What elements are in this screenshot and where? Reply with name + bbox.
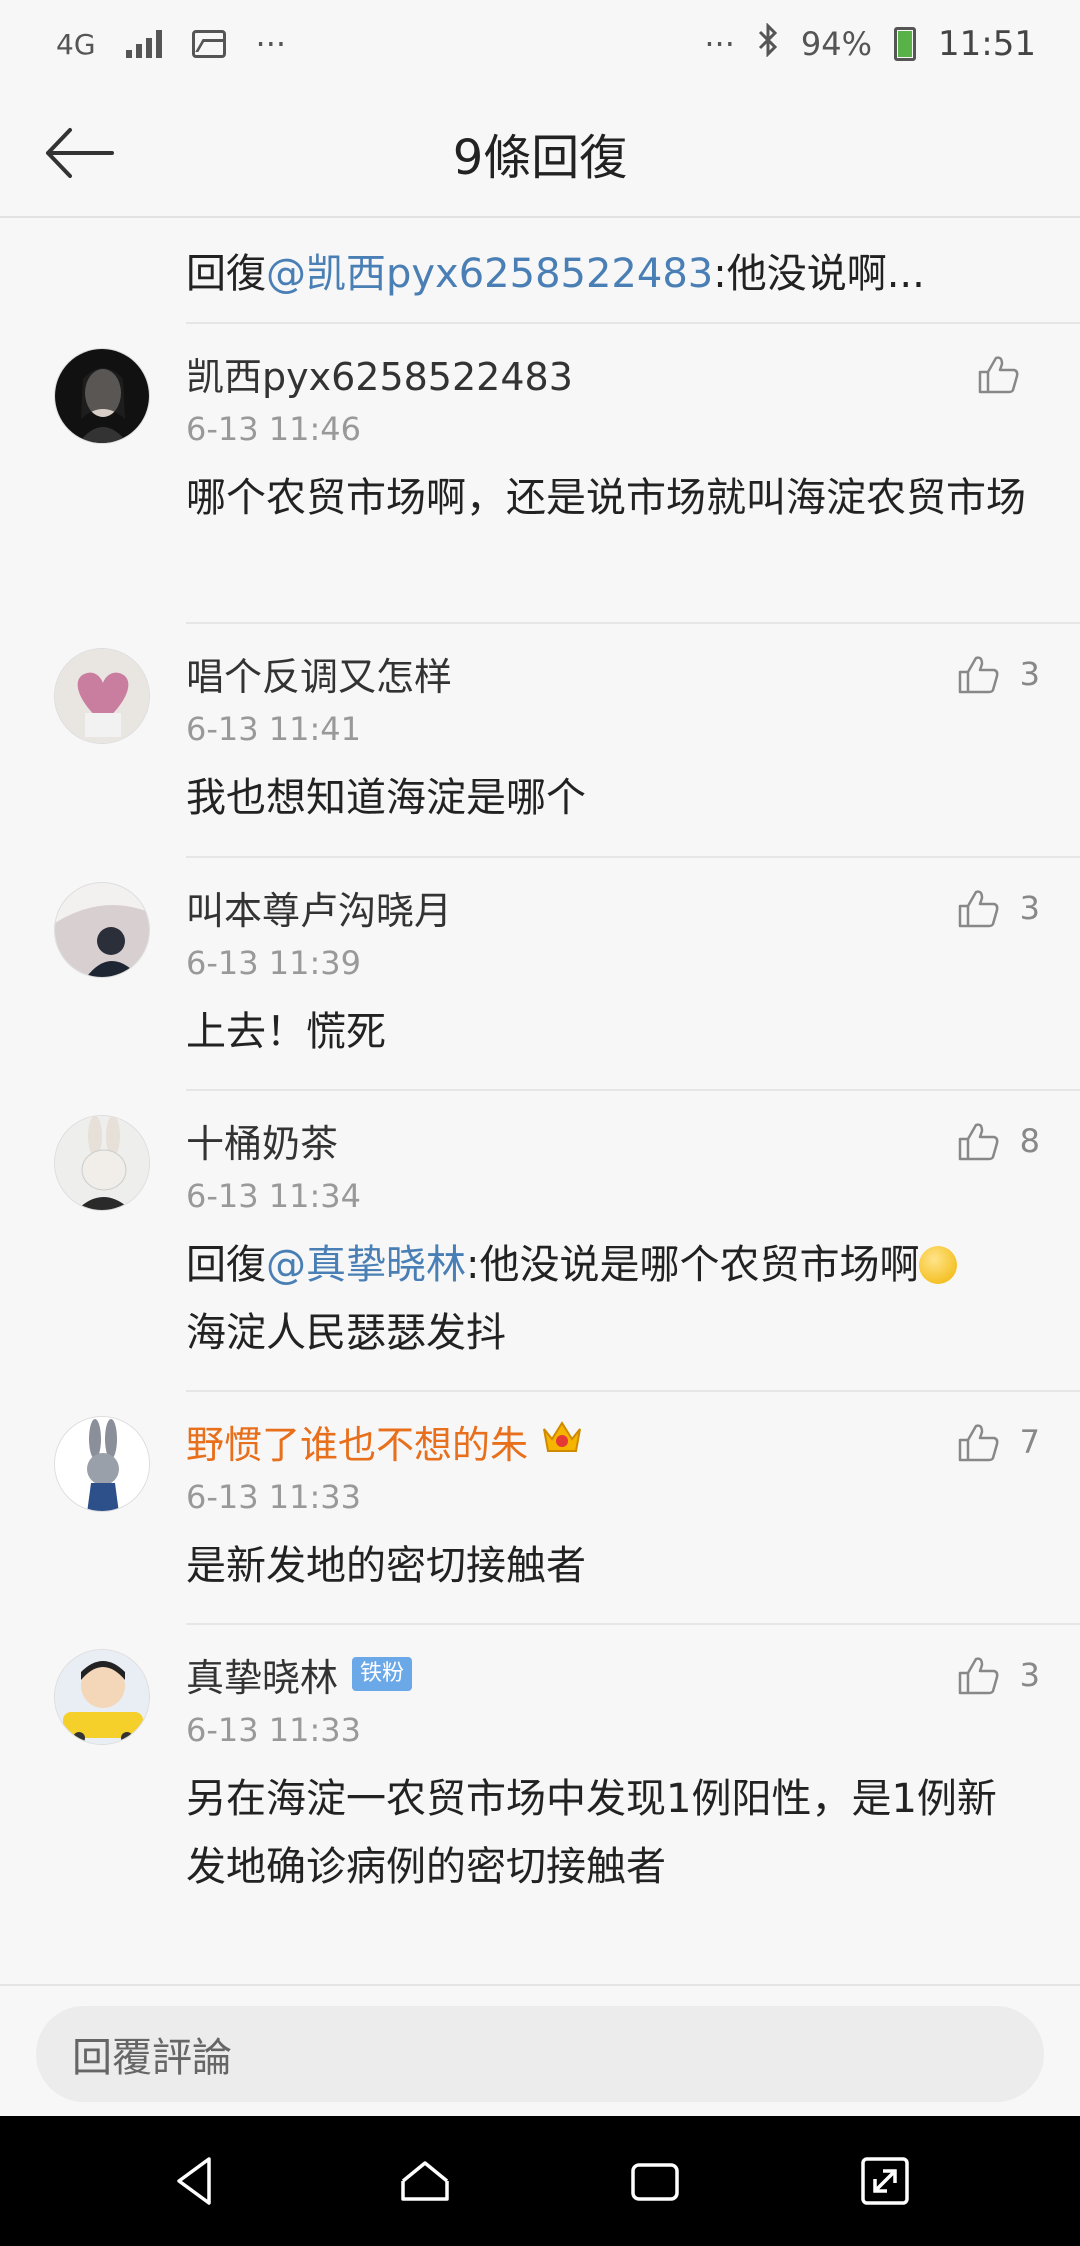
reply-prefix: 回復	[186, 1242, 266, 1288]
nav-home-button[interactable]	[385, 2141, 465, 2221]
avatar[interactable]	[54, 1649, 150, 1745]
origin-text: :他没说啊...	[713, 251, 925, 297]
battery-icon	[894, 27, 917, 61]
comment-time: 6-13 11:33	[186, 1478, 362, 1516]
avatar[interactable]	[54, 1115, 150, 1211]
like-count: 3	[1019, 889, 1040, 927]
list-item: 凯西pyx6258522483 6-13 11:46 哪个农贸市场啊，还是说市场…	[0, 324, 1080, 624]
like-button[interactable]	[974, 350, 1040, 398]
avatar[interactable]	[54, 348, 150, 444]
original-comment[interactable]: 回復 @凯西pyx6258522483 :他没说啊...	[186, 218, 1080, 324]
thumbs-up-icon	[958, 656, 999, 694]
like-button[interactable]: 3	[954, 1651, 1040, 1699]
like-count: 8	[1019, 1122, 1040, 1160]
comment-text: 上去！慌死	[186, 1009, 386, 1055]
nav-recents-button[interactable]	[615, 2141, 695, 2221]
comment-text: 另在海淀一农贸市场中发现1例阳性，是1例新发地确诊病例的密切接触者	[186, 1776, 997, 1890]
vip-crown-icon	[540, 1417, 584, 1466]
comment-author[interactable]: 十桶奶茶	[186, 1091, 1026, 1167]
signal-icon	[125, 30, 162, 58]
list-item: 3 叫本尊卢沟晓月 6-13 11:39 上去！慌死	[0, 858, 1080, 1091]
recents-icon	[631, 2163, 679, 2201]
image-notification-icon	[191, 30, 226, 58]
comment-time: 6-13 11:41	[186, 710, 362, 748]
comment-time: 6-13 11:33	[186, 1711, 362, 1749]
clock: 11:51	[938, 24, 1036, 64]
list-item: 7 野惯了谁也不想的朱 6-13 11:33 是新发地的密切接触者	[0, 1392, 1080, 1625]
bluetooth-icon	[757, 22, 779, 65]
comment-author[interactable]: 唱个反调又怎样	[186, 624, 1026, 700]
comment-author[interactable]: 野惯了谁也不想的朱	[186, 1392, 1026, 1468]
reply-bar: 回覆評論	[0, 1984, 1080, 2116]
like-button[interactable]: 8	[954, 1117, 1040, 1165]
avatar[interactable]	[54, 1416, 150, 1512]
expand-icon	[861, 2157, 909, 2205]
like-button[interactable]: 7	[954, 1418, 1040, 1466]
page-title: 9條回復	[452, 130, 628, 186]
thumbs-up-icon	[958, 1123, 999, 1161]
triangle-back-icon	[177, 2157, 211, 2205]
more-notifications-icon: ···	[255, 25, 287, 63]
app-header: 9條回復	[0, 88, 1080, 218]
avatar[interactable]	[54, 648, 150, 744]
like-count: 7	[1019, 1423, 1040, 1461]
home-icon	[401, 2161, 449, 2201]
comment-text: 是新发地的密切接触者	[186, 1543, 586, 1589]
comment-text: 哪个农贸市场啊，还是说市场就叫海淀农贸市场	[186, 475, 1026, 521]
like-button[interactable]: 3	[954, 650, 1040, 698]
author-name: 野惯了谁也不想的朱	[186, 1422, 529, 1467]
like-button[interactable]: 3	[954, 884, 1040, 932]
thumbs-up-icon	[958, 890, 999, 928]
list-item: 8 十桶奶茶 6-13 11:34 回復@真挚晓林:他没说是哪个农贸市场啊 海淀…	[0, 1091, 1080, 1392]
reply-list: 凯西pyx6258522483 6-13 11:46 哪个农贸市场啊，还是说市场…	[0, 324, 1080, 1925]
list-item: 3 唱个反调又怎样 6-13 11:41 我也想知道海淀是哪个	[0, 624, 1080, 858]
reply-text-line2: 海淀人民瑟瑟发抖	[186, 1310, 506, 1356]
like-count: 3	[1019, 1656, 1040, 1694]
comment-time: 6-13 11:39	[186, 944, 362, 982]
comment-time: 6-13 11:34	[186, 1177, 362, 1215]
thumbs-up-icon	[958, 1424, 999, 1462]
origin-mention-link[interactable]: @凯西pyx6258522483	[266, 241, 713, 299]
battery-percent: 94%	[800, 25, 873, 63]
comment-text: 回復@真挚晓林:他没说是哪个农贸市场啊 海淀人民瑟瑟发抖	[186, 1225, 1026, 1391]
list-item: 3 真挚晓林 铁粉 6-13 11:33 另在海淀一农贸市场中发现1例阳性，是1…	[0, 1625, 1080, 1925]
more-status-icon: ···	[704, 25, 735, 63]
avatar[interactable]	[54, 882, 150, 978]
network-indicator: 4G	[56, 27, 96, 61]
origin-prefix: 回復	[186, 251, 266, 297]
system-nav-bar	[0, 2116, 1080, 2246]
comment-author[interactable]: 凯西pyx6258522483	[186, 324, 1026, 400]
like-count: 3	[1019, 655, 1040, 693]
mention-link[interactable]: @真挚晓林	[266, 1242, 466, 1288]
thumbs-up-icon	[978, 356, 1019, 394]
fan-badge: 铁粉	[352, 1657, 413, 1691]
comment-author[interactable]: 真挚晓林 铁粉	[186, 1625, 1026, 1701]
nav-back-button[interactable]	[155, 2141, 235, 2221]
comment-text: 我也想知道海淀是哪个	[186, 775, 586, 821]
nav-expand-button[interactable]	[845, 2141, 925, 2221]
reply-comment-input[interactable]: 回覆評論	[36, 2006, 1044, 2102]
reply-text: :他没说是哪个农贸市场啊	[466, 1242, 920, 1288]
sweat-emoji-icon	[919, 1246, 958, 1284]
thumbs-up-icon	[958, 1657, 999, 1695]
author-name: 真挚晓林	[186, 1655, 339, 1700]
comment-time: 6-13 11:46	[186, 410, 362, 448]
comment-author[interactable]: 叫本尊卢沟晓月	[186, 858, 1026, 934]
status-bar: 4G ··· ··· 94% 11:51	[0, 0, 1080, 88]
